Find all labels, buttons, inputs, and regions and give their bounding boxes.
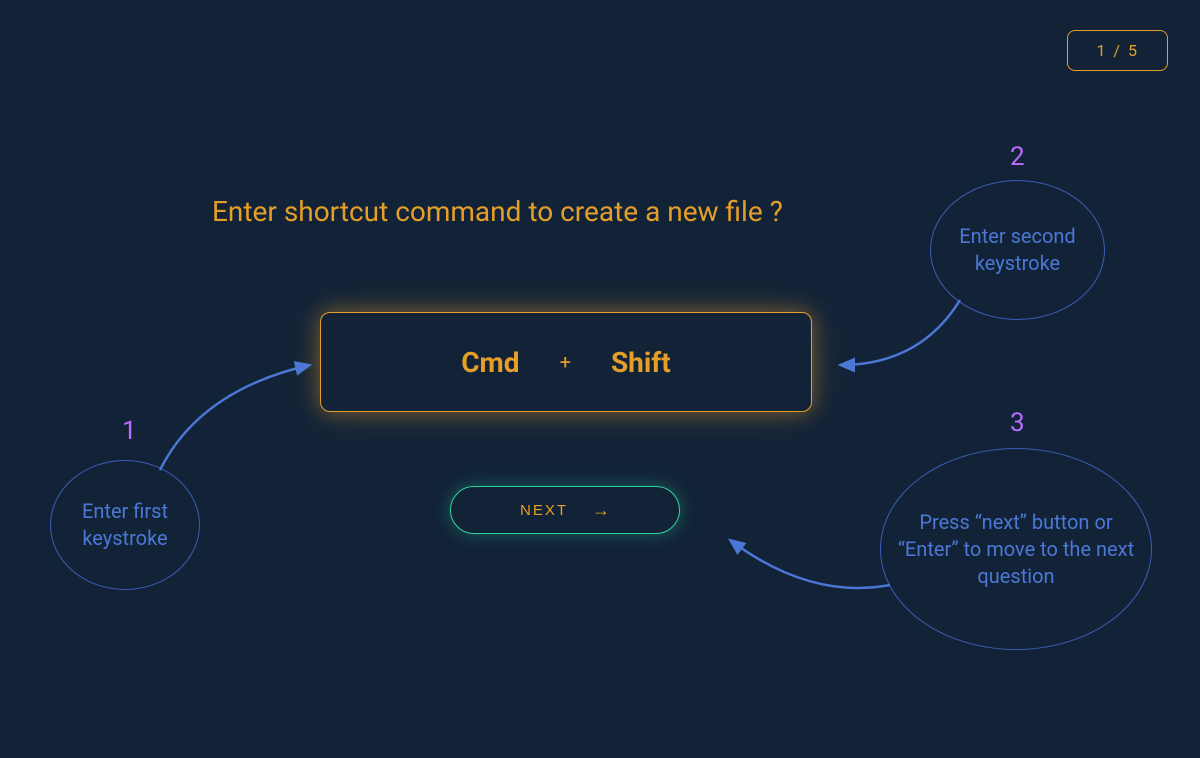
arrow-right-icon: → [592,500,610,521]
key-1: Cmd [461,346,519,379]
progress-badge: 1 / 5 [1067,30,1168,71]
callout-bubble-3: Press “next” button or “Enter” to move t… [880,448,1152,650]
key-separator: + [560,350,571,374]
callout-arrow-2 [820,290,970,400]
callout-arrow-1 [150,350,330,480]
callout-text-2: Enter second keystroke [943,223,1092,277]
shortcut-input[interactable]: Cmd + Shift [320,312,812,412]
question-text: Enter shortcut command to create a new f… [212,192,832,233]
callout-bubble-1: Enter first keystroke [50,460,200,590]
callout-text-3: Press “next” button or “Enter” to move t… [893,509,1139,590]
callout-number-2: 2 [1010,142,1025,172]
callout-number-1: 1 [122,416,137,446]
next-button[interactable]: NEXT → [450,486,680,534]
next-button-label: NEXT [520,502,568,519]
key-2: Shift [611,346,671,379]
callout-arrow-3 [710,520,900,620]
callout-number-3: 3 [1010,408,1025,438]
callout-bubble-2: Enter second keystroke [930,180,1105,320]
callout-text-1: Enter first keystroke [63,498,187,552]
